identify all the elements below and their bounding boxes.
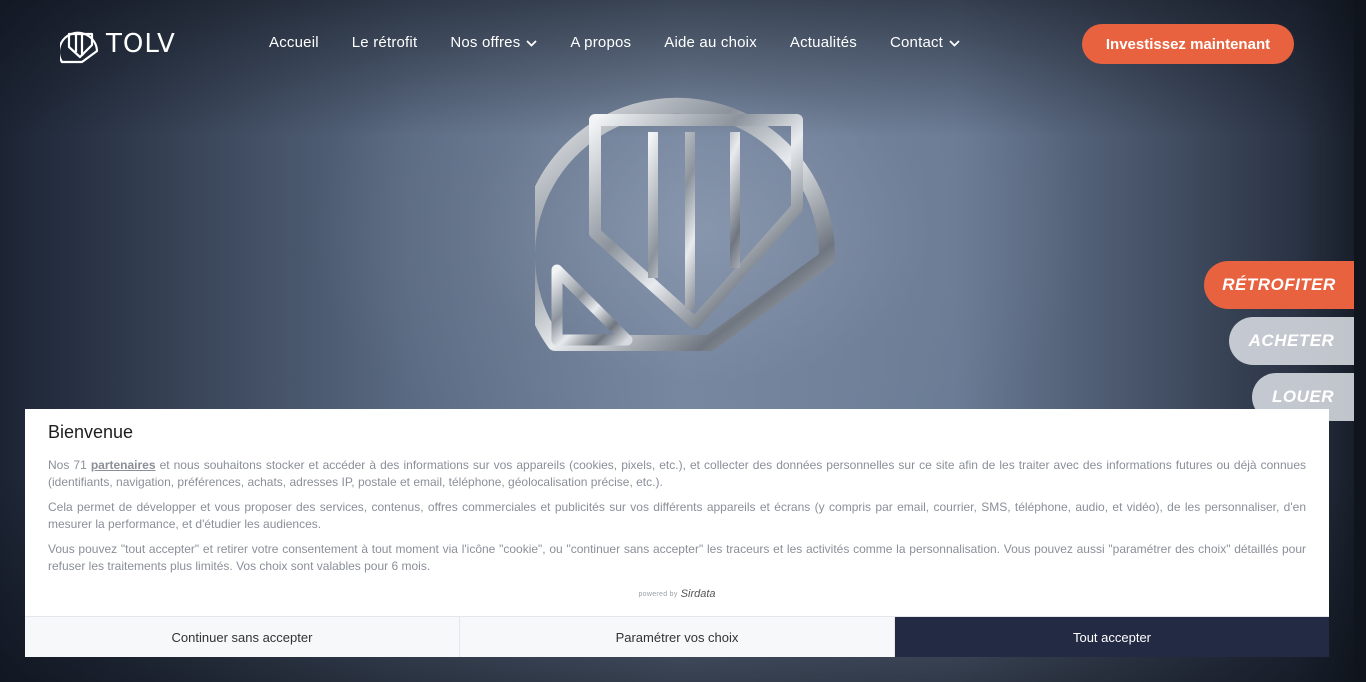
- partners-link[interactable]: partenaires: [91, 458, 156, 472]
- cookie-paragraph-1: Nos 71 partenaires et nous souhaitons st…: [48, 457, 1306, 491]
- nav-label: Contact: [889, 34, 944, 51]
- hero-emblem-icon: [535, 97, 836, 351]
- invest-now-button[interactable]: Investissez maintenant: [1082, 24, 1294, 64]
- nav-item-retrofit[interactable]: Le rétrofit: [352, 34, 418, 51]
- nav-label: Nos offres: [450, 34, 521, 51]
- chevron-down-icon: [526, 34, 538, 51]
- brand-logo[interactable]: TOLV: [60, 24, 176, 64]
- nav-label: A propos: [570, 34, 632, 51]
- main-nav: Accueil Le rétrofit Nos offres A propos …: [269, 34, 993, 51]
- nav-item-nos-offres[interactable]: Nos offres: [450, 34, 538, 51]
- nav-label: Aide au choix: [664, 34, 757, 51]
- continue-without-accepting-button[interactable]: Continuer sans accepter: [25, 617, 459, 657]
- nav-item-contact[interactable]: Contact: [890, 34, 960, 51]
- cookie-consent-dialog: Bienvenue Nos 71 partenaires et nous sou…: [25, 409, 1329, 657]
- brand-wordmark: TOLV: [106, 29, 176, 59]
- powered-by: powered by Sirdata: [25, 588, 1329, 600]
- side-tab-buy[interactable]: ACHETER: [1229, 317, 1354, 365]
- cookie-actions: Continuer sans accepter Paramétrer vos c…: [25, 616, 1329, 657]
- logo-emblem-icon: [60, 31, 99, 64]
- cookie-paragraph-2: Cela permet de développer et vous propos…: [48, 500, 1306, 531]
- nav-item-a-propos[interactable]: A propos: [570, 34, 631, 51]
- nav-label: Actualités: [789, 34, 857, 51]
- side-tab-retrofit[interactable]: RÉTROFITER: [1204, 261, 1354, 309]
- cookie-title: Bienvenue: [48, 422, 134, 442]
- cookie-text: Nos 71: [48, 458, 91, 472]
- cookie-text: et nous souhaitons stocker et accéder à …: [48, 458, 1307, 489]
- nav-label: Le rétrofit: [351, 34, 418, 51]
- cookie-body: Nos 71 partenaires et nous souhaitons st…: [48, 457, 1306, 583]
- configure-choices-button[interactable]: Paramétrer vos choix: [459, 617, 894, 657]
- accept-all-button[interactable]: Tout accepter: [894, 617, 1329, 657]
- scrollbar-track[interactable]: [1354, 0, 1366, 682]
- powered-by-label: powered by: [638, 590, 678, 598]
- chevron-down-icon: [949, 34, 960, 51]
- nav-label: Accueil: [269, 34, 319, 51]
- powered-by-brand: Sirdata: [680, 588, 716, 600]
- cookie-paragraph-3: Vous pouvez "tout accepter" et retirer v…: [48, 542, 1306, 573]
- nav-item-aide-au-choix[interactable]: Aide au choix: [664, 34, 757, 51]
- nav-item-accueil[interactable]: Accueil: [269, 34, 319, 51]
- nav-item-actualites[interactable]: Actualités: [790, 34, 857, 51]
